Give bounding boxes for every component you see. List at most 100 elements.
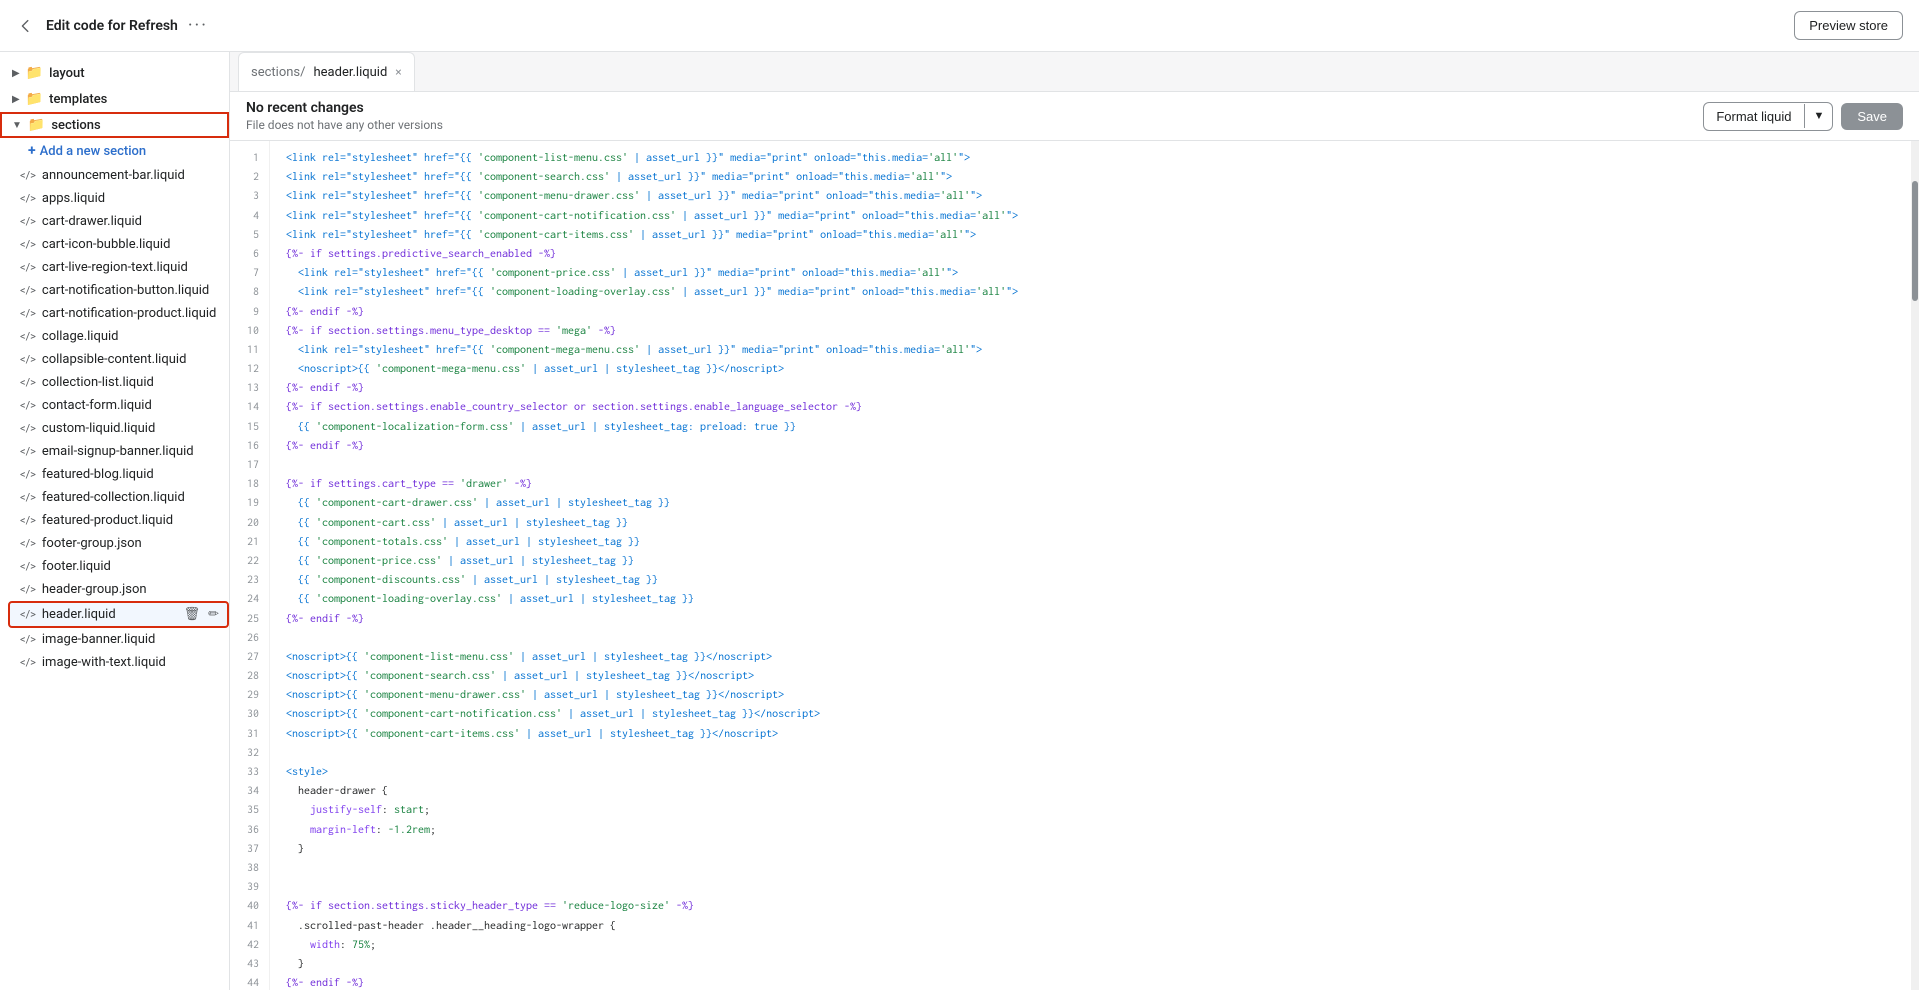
line-number: 32 [230, 744, 269, 763]
status-title: No recent changes [246, 100, 443, 116]
line-number: 43 [230, 955, 269, 974]
code-line: <link rel="stylesheet" href="{{ 'compone… [286, 226, 1895, 245]
file-icon: </> [20, 445, 36, 458]
code-line [286, 878, 1895, 897]
active-file-label: header.liquid [42, 607, 116, 622]
list-item[interactable]: </> featured-collection.liquid [8, 486, 229, 509]
delete-icon[interactable]: 🗑 [182, 605, 203, 624]
code-line: {{ 'component-discounts.css' | asset_url… [286, 571, 1895, 590]
list-item[interactable]: </> collection-list.liquid [8, 371, 229, 394]
line-number: 12 [230, 360, 269, 379]
line-number: 44 [230, 974, 269, 990]
tab-path: sections/ [251, 65, 306, 80]
status-actions: Format liquid ▼ Save [1703, 102, 1903, 131]
line-number: 11 [230, 341, 269, 360]
add-new-section-button[interactable]: + Add a new section [8, 138, 229, 164]
line-number: 38 [230, 859, 269, 878]
save-button[interactable]: Save [1841, 103, 1903, 130]
code-editor[interactable]: 1234567891011121314151617181920212223242… [230, 141, 1919, 990]
sidebar-group-layout: ▶ 📁 layout [0, 60, 229, 86]
list-item[interactable]: </> image-banner.liquid [8, 628, 229, 651]
sidebar-item-layout[interactable]: ▶ 📁 layout [0, 60, 229, 86]
tab-header-liquid[interactable]: sections/header.liquid × [238, 52, 415, 91]
tab-close-button[interactable]: × [395, 65, 401, 79]
folder-icon: 📁 [26, 65, 43, 81]
line-number: 10 [230, 322, 269, 341]
list-item[interactable]: </> cart-icon-bubble.liquid [8, 233, 229, 256]
file-actions: 🗑 ✏ [182, 605, 221, 624]
format-liquid-button[interactable]: Format liquid ▼ [1703, 102, 1833, 131]
code-line: {%- if section.settings.sticky_header_ty… [286, 897, 1895, 916]
list-item[interactable]: </> image-with-text.liquid [8, 651, 229, 674]
list-item[interactable]: </> header-group.json [8, 578, 229, 601]
editor-area: sections/header.liquid × No recent chang… [230, 52, 1919, 990]
tab-filename: header.liquid [314, 65, 388, 80]
line-number: 42 [230, 936, 269, 955]
file-icon: </> [20, 422, 36, 435]
more-options-button[interactable]: ··· [188, 15, 208, 36]
folder-icon: 📁 [26, 91, 43, 107]
sidebar-item-templates[interactable]: ▶ 📁 templates [0, 86, 229, 112]
code-line: .scrolled-past-header .header__heading-l… [286, 917, 1895, 936]
code-line: <noscript>{{ 'component-menu-drawer.css'… [286, 686, 1895, 705]
code-content[interactable]: <link rel="stylesheet" href="{{ 'compone… [270, 141, 1911, 990]
code-line: <style> [286, 763, 1895, 782]
code-line: <link rel="stylesheet" href="{{ 'compone… [286, 149, 1895, 168]
code-line: {%- endif -%} [286, 610, 1895, 629]
line-number: 20 [230, 514, 269, 533]
sidebar-item-sections[interactable]: ▼ 📁 sections [0, 112, 229, 138]
list-item[interactable]: </> contact-form.liquid [8, 394, 229, 417]
list-item[interactable]: </> featured-product.liquid [8, 509, 229, 532]
line-number: 7 [230, 264, 269, 283]
file-icon: </> [20, 491, 36, 504]
chevron-right-icon: ▶ [12, 94, 20, 105]
code-line: {%- endif -%} [286, 437, 1895, 456]
list-item[interactable]: </> featured-blog.liquid [8, 463, 229, 486]
list-item[interactable]: </> footer.liquid [8, 555, 229, 578]
scrollbar-thumb[interactable] [1912, 181, 1918, 301]
code-line: {%- endif -%} [286, 379, 1895, 398]
file-icon: </> [20, 353, 36, 366]
list-item[interactable]: </> custom-liquid.liquid [8, 417, 229, 440]
line-number: 41 [230, 917, 269, 936]
file-icon: </> [20, 169, 36, 182]
back-button[interactable] [16, 16, 36, 36]
sidebar-group-templates: ▶ 📁 templates [0, 86, 229, 112]
list-item[interactable]: </> cart-notification-button.liquid [8, 279, 229, 302]
preview-store-button[interactable]: Preview store [1794, 11, 1903, 40]
file-icon: </> [20, 238, 36, 251]
format-liquid-dropdown-arrow[interactable]: ▼ [1804, 104, 1832, 128]
line-number: 16 [230, 437, 269, 456]
code-line [286, 744, 1895, 763]
list-item[interactable]: </> footer-group.json [8, 532, 229, 555]
code-line: <noscript>{{ 'component-list-menu.css' |… [286, 648, 1895, 667]
list-item[interactable]: </> apps.liquid [8, 187, 229, 210]
format-liquid-main[interactable]: Format liquid [1704, 103, 1803, 130]
list-item[interactable]: </> cart-notification-product.liquid [8, 302, 229, 325]
code-line: <link rel="stylesheet" href="{{ 'compone… [286, 168, 1895, 187]
sidebar-item-header-liquid[interactable]: </> header.liquid 🗑 ✏ [8, 601, 229, 628]
list-item[interactable]: </> collapsible-content.liquid [8, 348, 229, 371]
code-line: {{ 'component-price.css' | asset_url | s… [286, 552, 1895, 571]
list-item[interactable]: </> collage.liquid [8, 325, 229, 348]
line-number: 5 [230, 226, 269, 245]
line-number: 34 [230, 782, 269, 801]
code-line: {%- if section.settings.menu_type_deskto… [286, 322, 1895, 341]
plus-icon: + [28, 143, 36, 159]
status-info: No recent changes File does not have any… [246, 100, 443, 132]
list-item[interactable]: </> email-signup-banner.liquid [8, 440, 229, 463]
line-number: 24 [230, 590, 269, 609]
line-number: 33 [230, 763, 269, 782]
file-icon: </> [20, 261, 36, 274]
folder-icon: 📁 [28, 117, 45, 133]
code-line: } [286, 955, 1895, 974]
list-item[interactable]: </> announcement-bar.liquid [8, 164, 229, 187]
list-item[interactable]: </> cart-live-region-text.liquid [8, 256, 229, 279]
main-layout: ▶ 📁 layout ▶ 📁 templates ▼ 📁 sections + [0, 52, 1919, 990]
list-item[interactable]: </> cart-drawer.liquid [8, 210, 229, 233]
edit-icon[interactable]: ✏ [206, 605, 221, 624]
code-line: <link rel="stylesheet" href="{{ 'compone… [286, 283, 1895, 302]
scrollbar-track[interactable] [1911, 141, 1919, 990]
tab-bar: sections/header.liquid × [230, 52, 1919, 92]
line-number: 19 [230, 494, 269, 513]
